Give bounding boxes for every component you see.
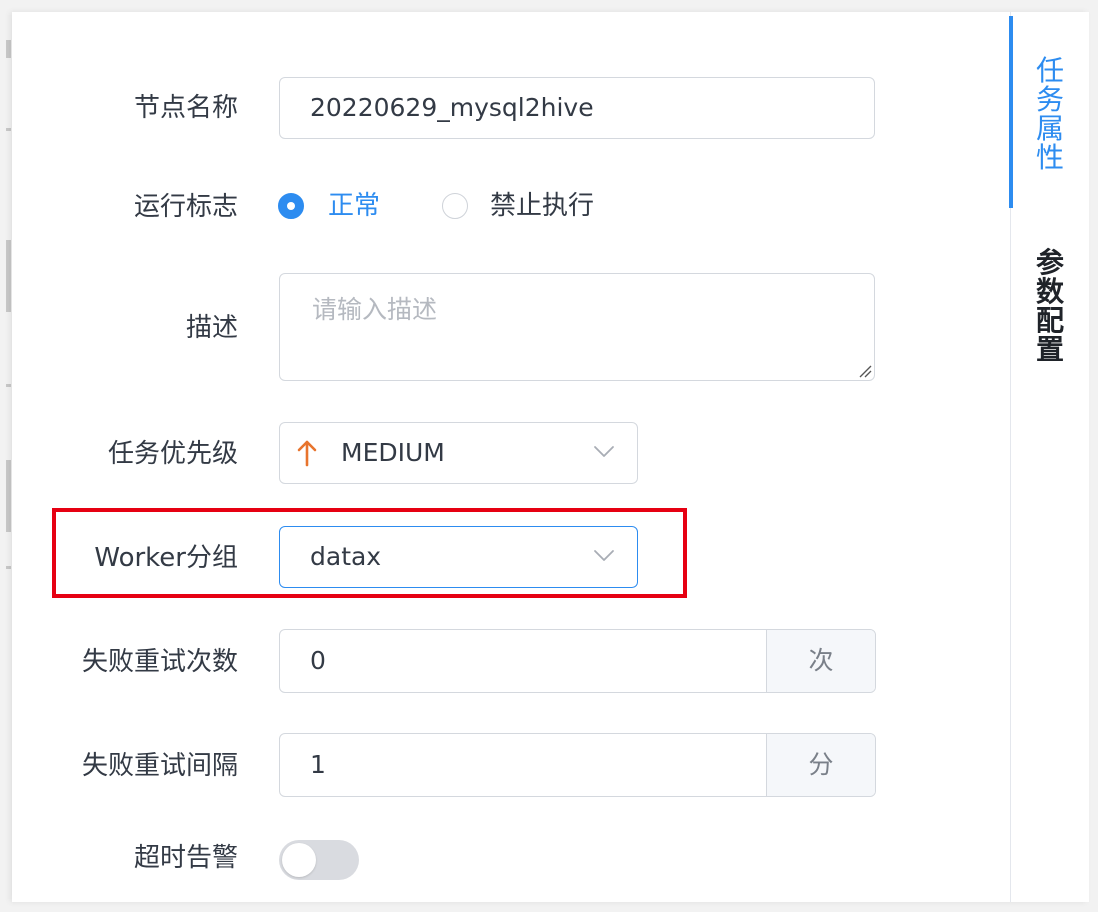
worker-group-label: Worker分组 xyxy=(94,543,238,573)
task-form: 节点名称 20220629_mysql2hive 运行标志 正常 禁止执行 描述… xyxy=(12,12,1010,902)
chevron-down-icon xyxy=(594,550,614,561)
resize-grip-icon[interactable] xyxy=(856,362,872,378)
priority-value: MEDIUM xyxy=(341,438,445,467)
window-left-edge xyxy=(0,0,12,912)
timeout-alarm-label: 超时告警 xyxy=(133,843,238,873)
run-flag-option-forbidden[interactable]: 禁止执行 xyxy=(442,187,612,227)
node-name-input[interactable]: 20220629_mysql2hive xyxy=(279,77,875,139)
window-bottom-edge xyxy=(0,902,1098,912)
retry-times-input[interactable]: 0 xyxy=(310,630,326,691)
retry-interval-input-group: 1 分 xyxy=(279,733,876,797)
retry-interval-label: 失败重试间隔 xyxy=(81,751,238,781)
run-flag-label: 运行标志 xyxy=(133,192,238,222)
radio-unchecked-icon xyxy=(442,193,468,219)
run-flag-option-normal-label: 正常 xyxy=(328,191,381,221)
task-drawer: 节点名称 20220629_mysql2hive 运行标志 正常 禁止执行 描述… xyxy=(12,12,1089,902)
retry-interval-input[interactable]: 1 xyxy=(310,734,326,795)
screenshot: 节点名称 20220629_mysql2hive 运行标志 正常 禁止执行 描述… xyxy=(0,0,1098,912)
window-top-edge xyxy=(0,0,1098,12)
arrow-up-icon xyxy=(297,440,317,467)
priority-select[interactable]: MEDIUM xyxy=(279,422,638,484)
chevron-down-icon xyxy=(594,446,614,457)
worker-group-value: datax xyxy=(310,542,382,571)
tab-parameter-config[interactable]: 参数配置 xyxy=(1011,248,1089,364)
timeout-alarm-switch[interactable] xyxy=(279,840,359,880)
worker-group-select[interactable]: datax xyxy=(279,526,638,588)
retry-times-unit: 次 xyxy=(766,630,875,692)
description-textarea[interactable]: 请输入描述 xyxy=(279,273,875,381)
window-right-edge xyxy=(1088,0,1098,912)
retry-interval-unit: 分 xyxy=(766,734,875,796)
retry-times-input-group: 0 次 xyxy=(279,629,876,693)
tab-task-properties-label: 任务属性 xyxy=(1035,54,1064,174)
side-tabs: 任务属性 参数配置 xyxy=(1009,12,1089,902)
radio-checked-icon xyxy=(278,193,304,219)
run-flag-option-forbidden-label: 禁止执行 xyxy=(490,191,595,221)
retry-times-label: 失败重试次数 xyxy=(81,647,238,677)
node-name-label: 节点名称 xyxy=(133,93,238,123)
tab-task-properties[interactable]: 任务属性 xyxy=(1011,56,1089,172)
priority-label: 任务优先级 xyxy=(107,439,238,469)
run-flag-option-normal[interactable]: 正常 xyxy=(278,187,388,227)
description-placeholder: 请输入描述 xyxy=(312,295,438,324)
tab-parameter-config-label: 参数配置 xyxy=(1035,246,1064,366)
description-label: 描述 xyxy=(185,313,238,343)
switch-knob xyxy=(282,843,316,877)
